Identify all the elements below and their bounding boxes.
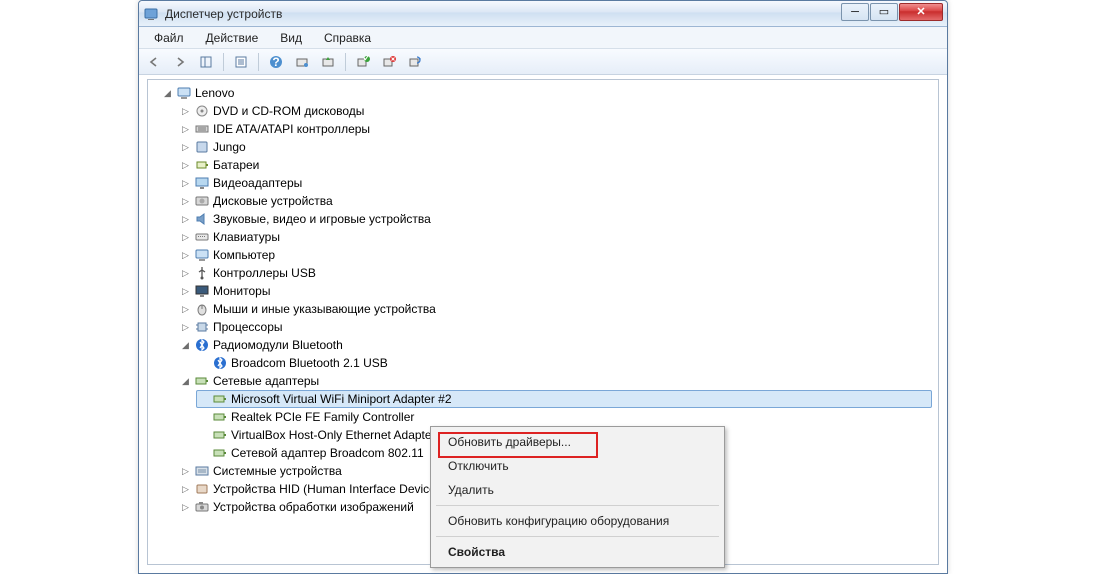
tree-root[interactable]: ◢ Lenovo (160, 84, 932, 102)
disable-button[interactable] (378, 51, 400, 73)
expand-icon[interactable]: ▷ (180, 142, 191, 153)
network-adapter-icon (212, 409, 228, 425)
keyboard-icon (194, 229, 210, 245)
category-usb[interactable]: ▷Контроллеры USB (178, 264, 932, 282)
computer-icon (176, 85, 192, 101)
enable-button[interactable] (404, 51, 426, 73)
device-bt-broadcom[interactable]: ▷Broadcom Bluetooth 2.1 USB (196, 354, 932, 372)
battery-icon (194, 157, 210, 173)
display-adapter-icon (194, 175, 210, 191)
monitor-icon (194, 283, 210, 299)
processor-icon (194, 319, 210, 335)
expand-icon[interactable]: ▷ (180, 304, 191, 315)
category-bluetooth[interactable]: ◢Радиомодули Bluetooth (178, 336, 932, 354)
expand-icon[interactable]: ▷ (180, 322, 191, 333)
help-button[interactable]: ? (265, 51, 287, 73)
collapse-icon[interactable]: ◢ (180, 340, 191, 351)
ctx-disable[interactable]: Отключить (434, 454, 721, 478)
category-mouse[interactable]: ▷Мыши и иные указывающие устройства (178, 300, 932, 318)
uninstall-button[interactable]: ✓ (352, 51, 374, 73)
expand-icon[interactable]: ▷ (180, 214, 191, 225)
expand-icon[interactable]: ▷ (180, 466, 191, 477)
ctx-properties[interactable]: Свойства (434, 540, 721, 564)
menu-action[interactable]: Действие (197, 29, 268, 47)
expand-icon[interactable]: ▷ (180, 196, 191, 207)
system-device-icon (194, 463, 210, 479)
minimize-button[interactable]: ─ (841, 3, 869, 21)
menu-view[interactable]: Вид (271, 29, 311, 47)
mouse-icon (194, 301, 210, 317)
menu-file[interactable]: Файл (145, 29, 193, 47)
show-hide-tree-button[interactable] (195, 51, 217, 73)
jungo-icon (194, 139, 210, 155)
category-ide[interactable]: ▷IDE ATA/ATAPI контроллеры (178, 120, 932, 138)
hid-icon (194, 481, 210, 497)
usb-icon (194, 265, 210, 281)
svg-text:?: ? (272, 55, 279, 69)
ctx-rescan-hardware[interactable]: Обновить конфигурацию оборудования (434, 509, 721, 533)
disc-drive-icon (194, 103, 210, 119)
category-monitor[interactable]: ▷Мониторы (178, 282, 932, 300)
category-video[interactable]: ▷Видеоадаптеры (178, 174, 932, 192)
app-icon (143, 6, 159, 22)
network-adapter-icon (212, 445, 228, 461)
expand-icon[interactable]: ▷ (180, 106, 191, 117)
category-sound[interactable]: ▷Звуковые, видео и игровые устройства (178, 210, 932, 228)
ctx-separator (436, 536, 719, 537)
computer-icon (194, 247, 210, 263)
disk-drive-icon (194, 193, 210, 209)
ctx-delete[interactable]: Удалить (434, 478, 721, 502)
svg-text:✓: ✓ (362, 55, 370, 65)
expand-icon[interactable]: ▷ (180, 286, 191, 297)
titlebar[interactable]: Диспетчер устройств ─ ▭ ✕ (139, 1, 947, 27)
context-menu: Обновить драйверы... Отключить Удалить О… (430, 426, 725, 568)
close-button[interactable]: ✕ (899, 3, 943, 21)
expand-icon[interactable]: ▷ (180, 124, 191, 135)
imaging-icon (194, 499, 210, 515)
network-adapter-icon (212, 391, 228, 407)
scan-hardware-button[interactable] (291, 51, 313, 73)
menu-help[interactable]: Справка (315, 29, 380, 47)
expand-icon[interactable]: ▷ (180, 484, 191, 495)
toolbar-separator (345, 53, 346, 71)
window-controls: ─ ▭ ✕ (840, 3, 943, 21)
category-computer[interactable]: ▷Компьютер (178, 246, 932, 264)
bluetooth-icon (194, 337, 210, 353)
category-battery[interactable]: ▷Батареи (178, 156, 932, 174)
category-cpu[interactable]: ▷Процессоры (178, 318, 932, 336)
ctx-separator (436, 505, 719, 506)
network-adapter-icon (212, 427, 228, 443)
sound-icon (194, 211, 210, 227)
toolbar-separator (223, 53, 224, 71)
expand-icon[interactable]: ▷ (180, 502, 191, 513)
toolbar: ? ✓ (139, 49, 947, 75)
category-jungo[interactable]: ▷Jungo (178, 138, 932, 156)
expand-icon[interactable]: ▷ (180, 178, 191, 189)
expand-icon[interactable]: ▷ (180, 160, 191, 171)
device-net-virtual-wifi[interactable]: ▷Microsoft Virtual WiFi Miniport Adapter… (196, 390, 932, 408)
toolbar-separator (258, 53, 259, 71)
bluetooth-device-icon (212, 355, 228, 371)
category-dvd[interactable]: ▷DVD и CD-ROM дисководы (178, 102, 932, 120)
collapse-icon[interactable]: ◢ (162, 88, 173, 99)
menubar: Файл Действие Вид Справка (139, 27, 947, 49)
back-button[interactable] (143, 51, 165, 73)
maximize-button[interactable]: ▭ (870, 3, 898, 21)
ctx-update-drivers[interactable]: Обновить драйверы... (434, 430, 721, 454)
title-text: Диспетчер устройств (165, 7, 282, 21)
update-driver-button[interactable] (317, 51, 339, 73)
network-adapter-icon (194, 373, 210, 389)
category-keyboard[interactable]: ▷Клавиатуры (178, 228, 932, 246)
ide-controller-icon (194, 121, 210, 137)
expand-icon[interactable]: ▷ (180, 250, 191, 261)
category-network[interactable]: ◢Сетевые адаптеры (178, 372, 932, 390)
device-net-realtek[interactable]: ▷Realtek PCIe FE Family Controller (196, 408, 932, 426)
expand-icon[interactable]: ▷ (180, 268, 191, 279)
collapse-icon[interactable]: ◢ (180, 376, 191, 387)
properties-button[interactable] (230, 51, 252, 73)
expand-icon[interactable]: ▷ (180, 232, 191, 243)
category-disk[interactable]: ▷Дисковые устройства (178, 192, 932, 210)
forward-button[interactable] (169, 51, 191, 73)
